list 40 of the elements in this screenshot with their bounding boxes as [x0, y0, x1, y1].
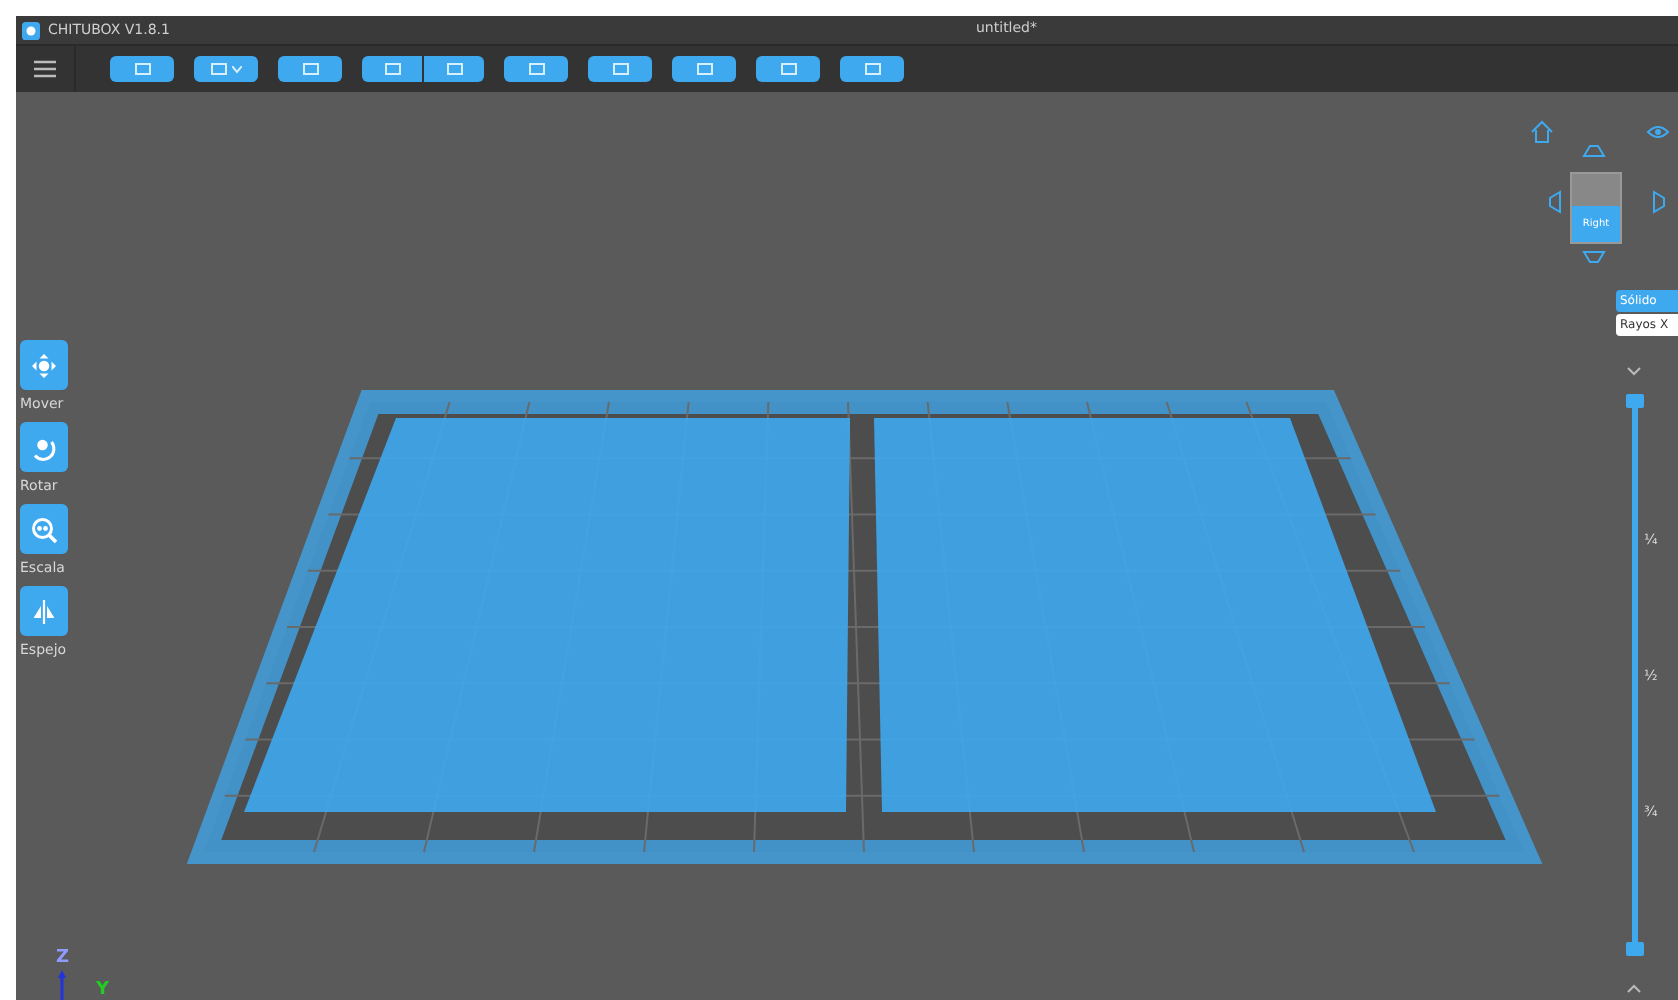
toolbar-button[interactable]: [362, 56, 422, 82]
tool-glyph-icon: [210, 62, 228, 76]
tool-glyph-icon: [527, 62, 545, 76]
tool-glyph-icon: [779, 62, 797, 76]
slider-top-handle[interactable]: [1626, 394, 1644, 408]
tool-glyph-icon: [695, 62, 713, 76]
toolbar-button[interactable]: [756, 56, 820, 82]
axis-label: Z: [56, 948, 70, 968]
tool-glyph-icon: [133, 62, 151, 76]
toolbar-button[interactable]: [278, 56, 342, 82]
z-axis-arrow: [58, 970, 66, 1000]
axis-label: Y: [96, 980, 110, 1000]
toolbar-button[interactable]: [110, 56, 174, 82]
tool-glyph-icon: [301, 62, 319, 76]
rotate-tool-button[interactable]: [20, 422, 68, 472]
toolbar-button[interactable]: [504, 56, 568, 82]
eye-icon[interactable]: [1646, 124, 1670, 140]
tool-glyph-icon: [863, 62, 881, 76]
rotate-left-icon[interactable]: [1544, 190, 1564, 214]
menu-icon: [34, 60, 56, 78]
move-tool-button[interactable]: [20, 340, 68, 390]
tool-glyph-icon: [611, 62, 629, 76]
toolbar-button[interactable]: [424, 56, 484, 82]
chevron-down-icon[interactable]: [1626, 366, 1642, 378]
tool-glyph-icon: [445, 62, 463, 76]
slider-bottom-handle[interactable]: [1626, 942, 1644, 956]
mirror-tool-button[interactable]: [20, 586, 68, 636]
toolbar-button[interactable]: [194, 56, 258, 82]
rotate-right-icon[interactable]: [1650, 190, 1670, 214]
tool-glyph-icon: [383, 62, 401, 76]
app-logo-icon: [22, 21, 40, 39]
caret-icon: [232, 65, 242, 73]
rotate-up-icon[interactable]: [1582, 140, 1606, 160]
scale-tool-button[interactable]: [20, 504, 68, 554]
toolbar-button[interactable]: [588, 56, 652, 82]
home-icon[interactable]: [1530, 120, 1554, 144]
toolbar-button[interactable]: [672, 56, 736, 82]
chevron-up-icon[interactable]: [1626, 982, 1642, 994]
toolbar-button[interactable]: [840, 56, 904, 82]
rotate-down-icon[interactable]: [1582, 248, 1606, 268]
